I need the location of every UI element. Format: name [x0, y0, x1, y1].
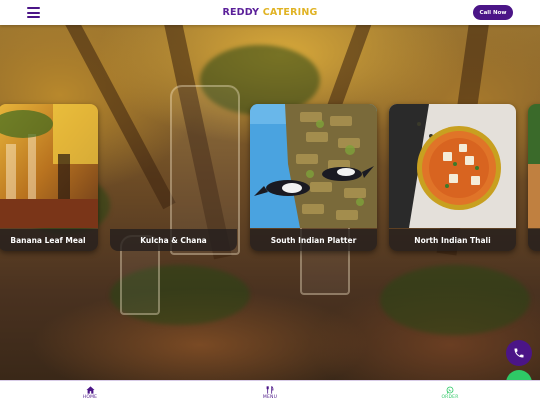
- curry-bowl-photo: [389, 104, 516, 228]
- menu-card[interactable]: Banana Leaf Meal: [0, 104, 98, 251]
- menu-card[interactable]: North Indian Thali: [389, 104, 516, 251]
- brand-name-part2: CATERING: [262, 7, 318, 18]
- card-label: North Indian Thali: [389, 229, 516, 251]
- brand-logo[interactable]: REDDY CATERING: [0, 7, 540, 18]
- nav-menu[interactable]: MENU: [180, 381, 360, 405]
- whatsapp-icon: [446, 386, 454, 394]
- call-now-button[interactable]: Call Now: [473, 5, 513, 20]
- card-label: Kulcha & Chana: [110, 229, 237, 251]
- menu-card-partial[interactable]: [528, 104, 540, 251]
- card-label: South Indian Platter: [250, 229, 377, 251]
- card-label: Banana Leaf Meal: [0, 229, 98, 251]
- menu-card[interactable]: Kulcha & Chana: [110, 104, 237, 251]
- utensils-icon: [266, 386, 274, 394]
- nav-order[interactable]: ORDER: [360, 381, 540, 405]
- bottom-nav: HOME MENU ORDER: [0, 380, 540, 405]
- brand-name-part1: REDDY: [222, 7, 260, 18]
- nav-home-label: HOME: [82, 395, 98, 400]
- top-header: REDDY CATERING Call Now: [0, 0, 540, 25]
- call-float-button[interactable]: [506, 340, 532, 366]
- home-icon: [86, 386, 94, 394]
- nav-order-label: ORDER: [441, 395, 459, 400]
- dish-photo: [528, 104, 540, 228]
- nav-menu-label: MENU: [262, 395, 278, 400]
- phone-icon: [514, 348, 524, 358]
- magpie-birds-photo: [250, 104, 377, 228]
- card-label-empty: [528, 229, 540, 251]
- table-setting-photo: [0, 104, 98, 228]
- menu-card[interactable]: South Indian Platter: [250, 104, 377, 251]
- nav-home[interactable]: HOME: [0, 381, 180, 405]
